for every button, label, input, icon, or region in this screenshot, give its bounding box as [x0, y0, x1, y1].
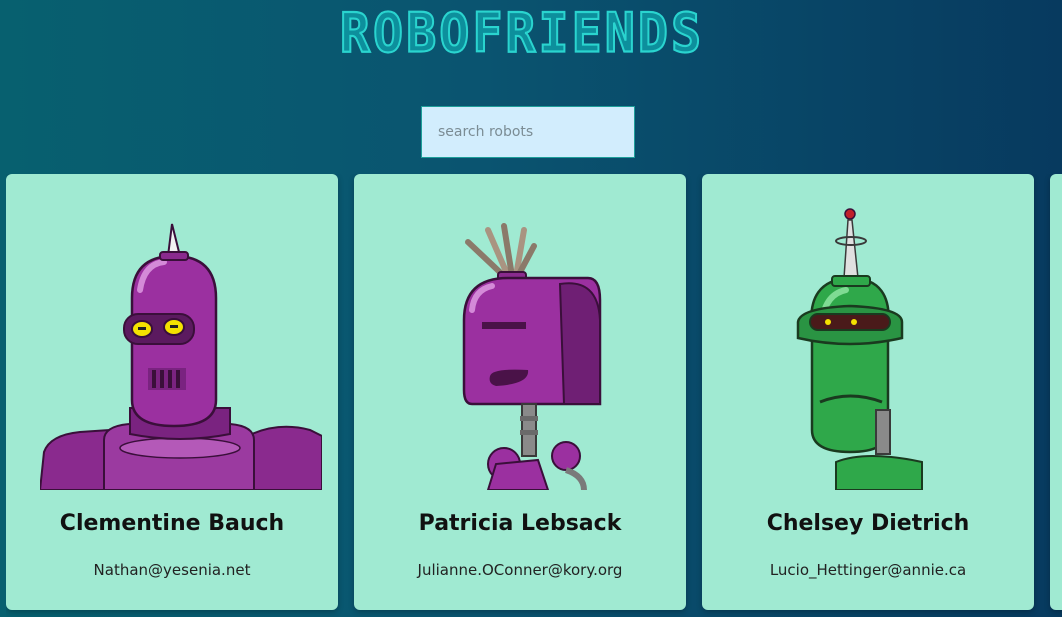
green-antenna-robot-icon: [736, 190, 1018, 490]
page-title: ROBOFRIENDS: [0, 1, 1062, 66]
robot-email: Julianne.OConner@kory.org: [417, 561, 623, 579]
robot-name: Chelsey Dietrich: [766, 511, 970, 536]
robot-name: Patricia Lebsack: [418, 511, 622, 536]
purple-bucket-robot-icon: [388, 190, 670, 490]
robot-name: Clementine Bauch: [59, 511, 285, 536]
robot-card[interactable]: Patricia Lebsack Julianne.OConner@kory.o…: [354, 174, 686, 610]
robot-email: Nathan@yesenia.net: [93, 561, 251, 579]
robot-card[interactable]: Clementine Bauch Nathan@yesenia.net: [6, 174, 338, 610]
search-input[interactable]: [421, 106, 635, 158]
robot-card[interactable]: [1050, 174, 1062, 610]
robot-card-list: Clementine Bauch Nathan@yesenia.net Patr…: [6, 174, 1062, 617]
robot-email: Lucio_Hettinger@annie.ca: [769, 561, 967, 579]
app-logo-text: ROBOFRIENDS: [339, 1, 705, 66]
purple-horned-robot-icon: [40, 190, 322, 490]
robot-card[interactable]: Chelsey Dietrich Lucio_Hettinger@annie.c…: [702, 174, 1034, 610]
